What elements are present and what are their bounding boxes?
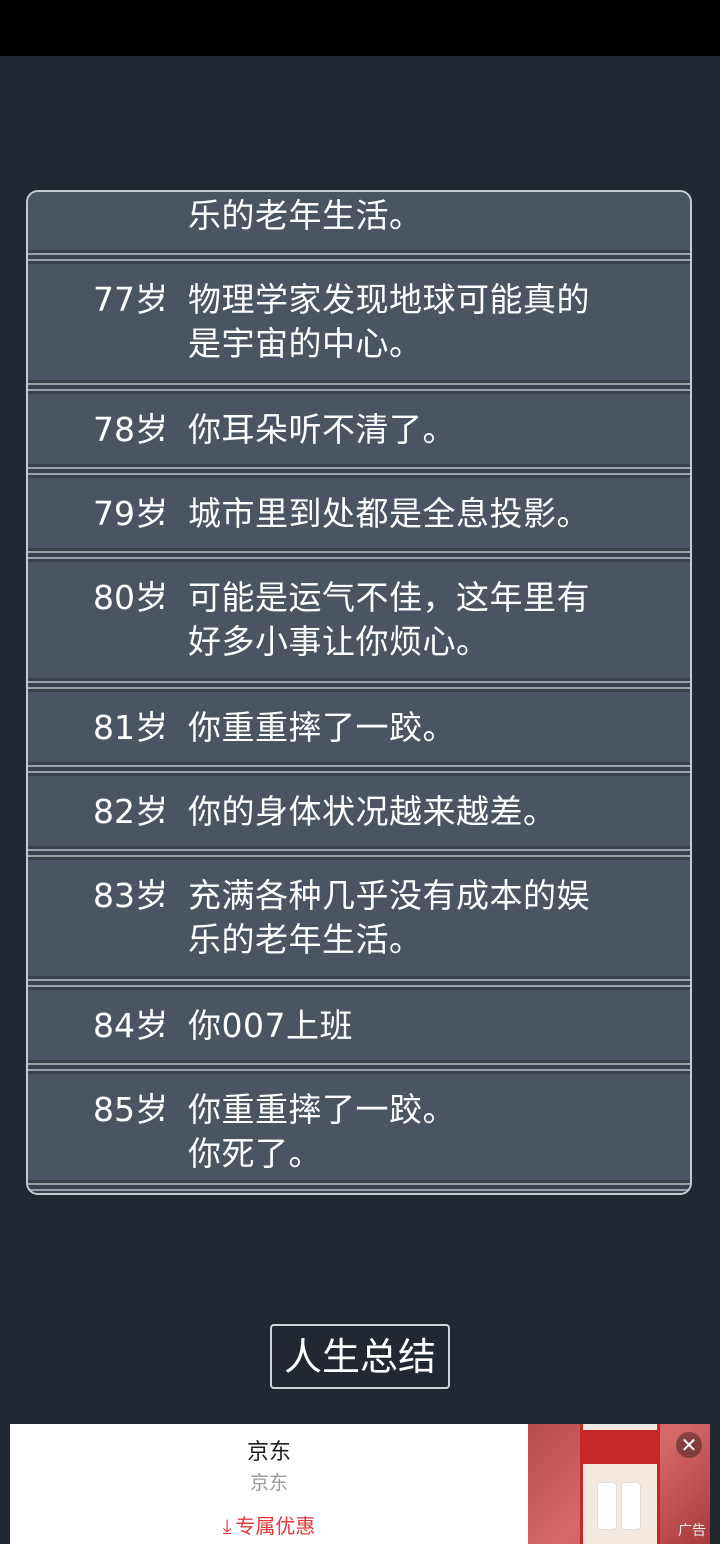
- divider: [28, 250, 690, 264]
- product-image: [580, 1424, 660, 1544]
- divider: [28, 846, 690, 860]
- entry-text: 你的身体状况越来越差。: [188, 792, 557, 831]
- divider: [28, 464, 690, 478]
- download-icon: ⤓: [222, 1514, 232, 1538]
- log-entry: 82岁 : 你的身体状况越来越差。: [28, 776, 690, 846]
- entry-colon: :: [156, 1090, 168, 1129]
- entry-age: 83岁: [93, 876, 168, 915]
- entry-age: 78岁: [93, 410, 168, 449]
- log-entry: 77岁 : 物理学家发现地球可能真的 是宇宙的中心。: [28, 264, 690, 380]
- entry-line: 你重重摔了一跤。: [188, 1090, 456, 1129]
- entry-line: 物理学家发现地球可能真的: [188, 280, 590, 319]
- entry-age: 82岁: [93, 792, 168, 831]
- entry-colon: :: [156, 1006, 168, 1045]
- entry-text: 物理学家发现地球可能真的 是宇宙的中心。: [188, 278, 650, 366]
- ad-image[interactable]: ✕ 广告: [528, 1424, 710, 1544]
- entry-text: 乐的老年生活。: [188, 196, 423, 235]
- log-entry: 85岁 : 你重重摔了一跤。 你死了。: [28, 1074, 690, 1180]
- log-entry: 83岁 : 充满各种几乎没有成本的娱 乐的老年生活。: [28, 860, 690, 976]
- product-band: [583, 1430, 657, 1464]
- ad-cta-label: 专属优惠: [235, 1514, 316, 1538]
- entry-colon: :: [156, 876, 168, 915]
- entry-colon: :: [156, 280, 168, 319]
- entry-colon: :: [156, 708, 168, 747]
- bottle-image: [597, 1482, 617, 1530]
- entry-age: 84岁: [93, 1006, 168, 1045]
- life-log-panel[interactable]: 乐的老年生活。 77岁 : 物理学家发现地球可能真的 是宇宙的中心。 78岁 :…: [26, 190, 692, 1195]
- entry-age: 81岁: [93, 708, 168, 747]
- log-entry: 79岁 : 城市里到处都是全息投影。: [28, 478, 690, 548]
- entry-age: 77岁: [93, 280, 168, 319]
- status-bar: [0, 0, 720, 56]
- entry-text: 城市里到处都是全息投影。: [188, 494, 590, 533]
- ad-banner[interactable]: 京东 京东 ⤓ 专属优惠 ✕ 广告: [10, 1424, 710, 1544]
- entry-text: 你重重摔了一跤。 你死了。: [188, 1088, 650, 1176]
- entry-text: 你007上班: [188, 1006, 353, 1045]
- life-summary-button[interactable]: 人生总结: [270, 1324, 450, 1389]
- entry-age: 80岁: [93, 578, 168, 617]
- entry-text: 充满各种几乎没有成本的娱 乐的老年生活。: [188, 874, 650, 962]
- close-icon[interactable]: ✕: [676, 1432, 702, 1458]
- entry-line: 是宇宙的中心。: [188, 324, 423, 363]
- entry-age: 79岁: [93, 494, 168, 533]
- entry-text: 你耳朵听不清了。: [188, 410, 456, 449]
- entry-line: 可能是运气不佳，这年里有: [188, 578, 590, 617]
- log-entry: 81岁 : 你重重摔了一跤。: [28, 692, 690, 762]
- entry-line: 乐的老年生活。: [188, 920, 423, 959]
- divider: [28, 762, 690, 776]
- bottle-image: [621, 1482, 641, 1530]
- divider: [28, 380, 690, 394]
- log-entry: 78岁 : 你耳朵听不清了。: [28, 394, 690, 464]
- entry-age: 85岁: [93, 1090, 168, 1129]
- entry-line: 充满各种几乎没有成本的娱: [188, 876, 590, 915]
- divider: [28, 976, 690, 990]
- ad-label: 广告: [678, 1523, 706, 1539]
- log-entry: 乐的老年生活。: [28, 192, 690, 248]
- log-entry: 84岁 : 你007上班: [28, 990, 690, 1060]
- entry-colon: :: [156, 578, 168, 617]
- entry-colon: :: [156, 792, 168, 831]
- divider: [28, 1060, 690, 1074]
- ad-title: 京东: [246, 1440, 291, 1465]
- entry-text: 可能是运气不佳，这年里有 好多小事让你烦心。: [188, 576, 650, 664]
- divider: [28, 678, 690, 692]
- ad-subtitle: 京东: [249, 1472, 288, 1494]
- entry-text: 你重重摔了一跤。: [188, 708, 456, 747]
- divider: [28, 548, 690, 562]
- entry-line: 好多小事让你烦心。: [188, 622, 490, 661]
- ad-cta-button[interactable]: ⤓ 专属优惠: [10, 1510, 528, 1539]
- entry-line: 你死了。: [188, 1134, 322, 1173]
- log-entry: 80岁 : 可能是运气不佳，这年里有 好多小事让你烦心。: [28, 562, 690, 678]
- entry-colon: :: [156, 410, 168, 449]
- divider: [28, 1180, 690, 1193]
- entry-colon: :: [156, 494, 168, 533]
